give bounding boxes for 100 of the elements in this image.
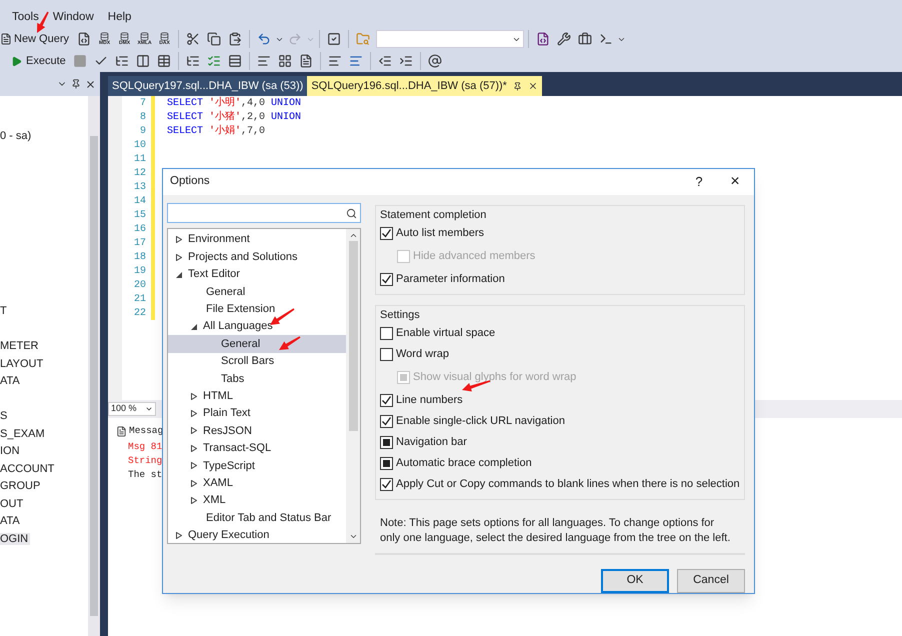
database-icon [120,32,130,41]
tree-node[interactable]: Text Editor [168,266,346,284]
collapsed-icon[interactable] [191,497,197,504]
tree-item[interactable]: S [0,410,10,422]
tree-item[interactable]: GROUP [0,480,42,492]
tree-node[interactable]: Query Execution [168,526,346,544]
checkbox[interactable] [380,327,393,340]
expanded-icon[interactable] [191,323,197,330]
dropdown-icon [145,405,153,413]
checkbox[interactable] [380,348,393,361]
tree-node[interactable]: TypeScript [168,457,346,474]
tree-node[interactable]: ResJSON [168,422,346,440]
checkbox[interactable] [380,436,393,449]
tree-node[interactable]: XML [168,492,346,510]
line-number: 7 [140,97,146,111]
menu-item[interactable]: Help [108,9,132,27]
document-icon [0,33,12,45]
tree-node[interactable]: Scroll Bars [168,352,346,370]
checkbox[interactable] [380,457,393,470]
line-number: 9 [140,125,146,139]
help-button[interactable]: ? [682,169,716,195]
menu-item[interactable]: Window [52,9,94,27]
expanded-icon[interactable] [176,270,182,278]
tree-node[interactable]: XAML [168,474,346,492]
dialog-button[interactable]: OK [601,569,669,593]
message-line: Msg 81 [128,440,162,454]
tree-item[interactable]: ATA [0,515,22,527]
pin-icon[interactable] [512,82,522,90]
line-number: 8 [140,111,146,125]
group-title: Statement completion [380,208,486,223]
tree-item[interactable]: 0 - sa) [0,130,34,142]
tree-node[interactable]: Tabs [168,370,346,388]
collapsed-icon[interactable] [176,532,182,539]
scrollbar[interactable] [346,229,360,543]
option-label: Word wrap [396,347,449,362]
scroll-down-icon[interactable] [348,532,358,541]
zoom-combobox[interactable]: 100 % [108,402,156,416]
tree-node[interactable]: Plain Text [168,404,346,422]
tree-item[interactable]: OUT [0,498,26,510]
scrollbar[interactable] [88,96,100,636]
close-button[interactable]: × [716,169,754,195]
tree-node[interactable]: File Extension [168,300,346,318]
dialog-button[interactable]: Cancel [677,569,745,593]
pin-icon[interactable] [71,79,81,89]
menu-item[interactable]: Tools [12,9,39,27]
collapsed-icon[interactable] [176,254,182,261]
checkbox[interactable] [380,394,393,407]
messages-icon [116,426,127,436]
option-label: Show visual glyphs for word wrap [413,370,576,386]
line-number: 18 [134,251,146,265]
tree-item[interactable]: ATA [0,375,22,387]
line-number: 12 [134,167,146,181]
message-line: String [128,454,162,468]
option-label: Enable single-click URL navigation [396,414,565,430]
new-query-button[interactable]: New Query [0,29,74,49]
option-label: Auto list members [396,226,484,242]
collapsed-icon[interactable] [191,410,197,418]
message-line: The st [128,468,162,482]
tree-item[interactable]: S_EXAM [0,428,47,440]
tree-item[interactable]: T [0,305,9,317]
collapsed-icon[interactable] [176,236,182,244]
collapsed-icon[interactable] [191,392,197,400]
tree-node[interactable]: Environment [168,231,346,248]
database-icon [140,32,150,41]
collapsed-icon[interactable] [191,480,197,487]
tree-item[interactable]: ACCOUNT [0,462,56,474]
checkbox[interactable] [380,478,393,491]
collapsed-icon[interactable] [191,462,197,470]
line-number: 14 [134,195,146,209]
scroll-up-icon[interactable] [348,231,358,240]
collapsed-icon[interactable] [191,444,197,452]
execute-button[interactable]: Execute [8,51,69,71]
checkbox[interactable] [380,273,393,286]
line-number: 19 [134,265,146,279]
line-number: 16 [134,223,146,237]
option-label: Navigation bar [396,435,467,450]
tree-item[interactable]: ION [0,445,22,457]
line-number: 17 [134,237,146,251]
tree-item[interactable]: METER [0,340,40,352]
messages-tab[interactable]: Messag [129,424,164,438]
close-icon[interactable] [528,81,538,91]
checkbox[interactable] [380,415,393,428]
collapsed-icon[interactable] [191,427,197,434]
tree-item[interactable]: LAYOUT [0,358,46,370]
option-label: Line numbers [396,393,463,408]
line-number: 15 [134,209,146,223]
tree-node[interactable]: All Languages [168,318,346,336]
tree-node[interactable]: Editor Tab and Status Bar [168,509,346,527]
close-icon[interactable] [85,78,96,90]
tree-item[interactable]: OGIN [0,532,30,544]
search-field[interactable] [167,203,361,223]
tree-node[interactable]: General [168,335,346,353]
tree-node[interactable]: General [168,283,346,301]
tree-node[interactable]: HTML [168,388,346,405]
line-number: 10 [134,139,146,153]
tree-node[interactable]: Transact-SQL [168,440,346,458]
document-tab[interactable]: SQLQuery196.sql...DHA_IBW (sa (57))* [307,76,542,96]
checkbox[interactable] [380,227,393,240]
document-tab[interactable]: SQLQuery197.sql...DHA_IBW (sa (53)) [108,76,308,96]
tree-node[interactable]: Projects and Solutions [168,248,346,266]
